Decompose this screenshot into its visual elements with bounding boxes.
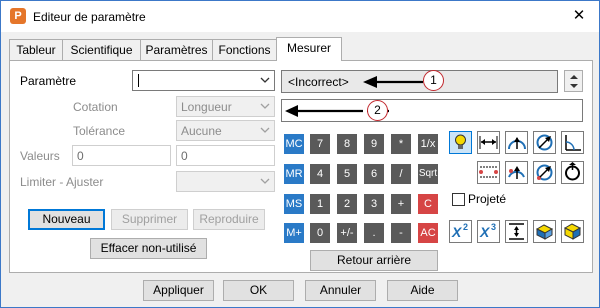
key-multiply[interactable]: * <box>391 134 411 154</box>
nouveau-button[interactable]: Nouveau <box>28 209 105 230</box>
point-distance-icon[interactable] <box>533 161 556 184</box>
thickness-icon[interactable] <box>505 220 528 243</box>
volume-icon[interactable]: X3 <box>477 220 500 243</box>
retour-arriere-button[interactable]: Retour arrière <box>310 250 438 271</box>
key-ms[interactable]: MS <box>284 194 304 214</box>
horizontal-distance-icon[interactable] <box>477 131 500 154</box>
tolerance-dropdown[interactable]: Aucune <box>176 120 275 141</box>
supprimer-button[interactable]: Supprimer <box>111 209 188 230</box>
annuler-button[interactable]: Annuler <box>305 280 376 301</box>
chevron-down-icon <box>260 77 270 83</box>
circle-rotate-icon[interactable] <box>561 161 584 184</box>
valeurs-max-input[interactable]: 0 <box>176 145 275 166</box>
area-icon[interactable]: X2 <box>449 220 472 243</box>
key-clear[interactable]: C <box>418 194 438 214</box>
key-reciprocal[interactable]: 1/x <box>418 134 438 154</box>
parametre-dropdown[interactable] <box>132 70 275 91</box>
dotted-distance-icon[interactable] <box>477 161 500 184</box>
limiter-dropdown[interactable] <box>176 171 275 192</box>
tab-fonctions[interactable]: Fonctions <box>212 39 277 61</box>
limiter-label: Limiter - Ajuster <box>20 175 104 189</box>
valeurs-min-input[interactable]: 0 <box>72 145 171 166</box>
svg-text:2: 2 <box>463 222 468 232</box>
angle-icon[interactable] <box>561 131 584 154</box>
effacer-non-utilise-button[interactable]: Effacer non-utilisé <box>90 238 207 259</box>
app-icon: P <box>10 8 26 24</box>
key-1[interactable]: 1 <box>310 194 330 214</box>
dialog-window: P Editeur de paramètre ✕ Tableur Scienti… <box>0 0 600 308</box>
key-minus[interactable]: - <box>391 223 411 243</box>
tab-scientifique[interactable]: Scientifique <box>62 39 141 61</box>
chevron-down-icon <box>260 178 270 184</box>
cotation-value: Longueur <box>181 100 232 114</box>
reproduire-button[interactable]: Reproduire <box>193 209 265 230</box>
projete-checkbox[interactable] <box>452 193 465 206</box>
key-8[interactable]: 8 <box>337 134 357 154</box>
key-divide[interactable]: / <box>391 164 411 184</box>
callout-arrow-2 <box>285 105 363 117</box>
close-button[interactable]: ✕ <box>564 5 594 27</box>
chevron-down-icon <box>260 103 270 109</box>
projete-label: Projeté <box>468 192 507 206</box>
key-mplus[interactable]: M+ <box>284 223 304 243</box>
text-caret <box>138 74 139 87</box>
callout-2: 2 <box>367 100 388 121</box>
result-text: <Incorrect> <box>288 75 349 89</box>
surface-box-icon[interactable] <box>533 220 556 243</box>
key-sign[interactable]: +/- <box>337 223 357 243</box>
ok-button[interactable]: OK <box>223 280 294 301</box>
aide-button[interactable]: Aide <box>387 280 458 301</box>
chevron-down-icon <box>260 127 270 133</box>
parametre-label: Paramètre <box>20 74 77 88</box>
diameter-icon[interactable] <box>533 131 556 154</box>
key-mr[interactable]: MR <box>284 164 304 184</box>
tolerance-value: Aucune <box>181 124 222 138</box>
key-all-clear[interactable]: AC <box>418 223 438 243</box>
callout-1: 1 <box>423 70 444 91</box>
tolerance-label: Tolérance <box>73 124 126 138</box>
point-normal-icon[interactable] <box>505 161 528 184</box>
key-4[interactable]: 4 <box>310 164 330 184</box>
cotation-dropdown[interactable]: Longueur <box>176 96 275 117</box>
svg-text:X: X <box>451 224 463 240</box>
tab-mesurer[interactable]: Mesurer <box>276 37 342 61</box>
key-0[interactable]: 0 <box>310 223 330 243</box>
key-6[interactable]: 6 <box>364 164 384 184</box>
key-7[interactable]: 7 <box>310 134 330 154</box>
light-bulb-icon[interactable] <box>449 131 472 154</box>
arc-radius-icon[interactable] <box>505 131 528 154</box>
spin-up-icon[interactable] <box>569 74 579 80</box>
appliquer-button[interactable]: Appliquer <box>143 280 214 301</box>
key-decimal[interactable]: . <box>364 223 384 243</box>
tab-parametres[interactable]: Paramètres <box>140 39 213 61</box>
display-spinner[interactable] <box>564 70 583 92</box>
tab-tableur[interactable]: Tableur <box>9 39 63 61</box>
svg-text:3: 3 <box>491 222 496 232</box>
spin-down-icon[interactable] <box>569 83 579 89</box>
key-5[interactable]: 5 <box>337 164 357 184</box>
title-bar: P Editeur de paramètre ✕ <box>1 1 599 32</box>
solid-box-icon[interactable] <box>561 220 584 243</box>
key-plus[interactable]: + <box>391 194 411 214</box>
key-sqrt[interactable]: Sqrt <box>418 164 438 184</box>
key-3[interactable]: 3 <box>364 194 384 214</box>
key-mc[interactable]: MC <box>284 134 304 154</box>
cotation-label: Cotation <box>73 100 118 114</box>
window-title: Editeur de paramètre <box>33 10 146 24</box>
key-2[interactable]: 2 <box>337 194 357 214</box>
key-9[interactable]: 9 <box>364 134 384 154</box>
svg-text:X: X <box>479 224 491 240</box>
valeurs-label: Valeurs <box>20 149 60 163</box>
